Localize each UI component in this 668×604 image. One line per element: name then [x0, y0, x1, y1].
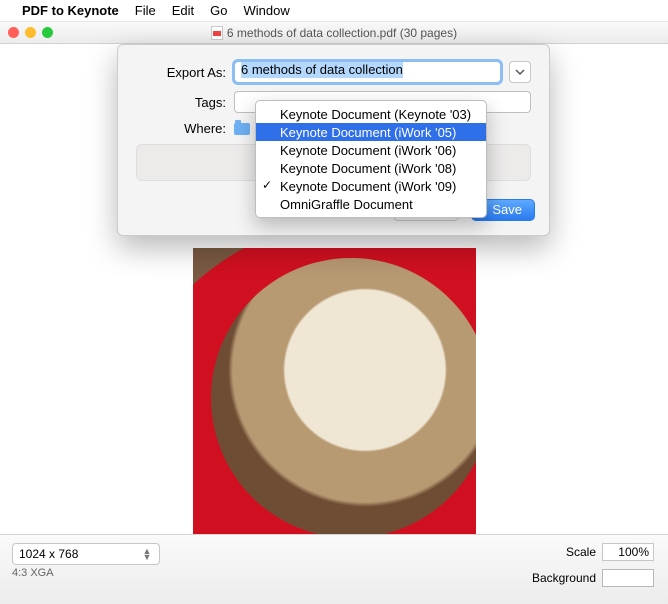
resolution-select[interactable]: 1024 x 768 ▲▼	[12, 543, 160, 565]
chevron-down-icon	[515, 67, 525, 77]
file-format-dropdown[interactable]: Keynote Document (Keynote '03) Keynote D…	[255, 100, 487, 218]
disclosure-toggle[interactable]	[509, 61, 531, 83]
menu-go[interactable]: Go	[210, 3, 227, 18]
pdf-icon	[211, 26, 223, 40]
window-titlebar: 6 methods of data collection.pdf (30 pag…	[0, 22, 668, 44]
checkmark-icon: ✓	[262, 178, 272, 192]
background-color-swatch[interactable]	[602, 569, 654, 587]
stepper-icon: ▲▼	[141, 548, 153, 560]
format-option[interactable]: Keynote Document (iWork '05)	[256, 123, 486, 141]
option-label: Keynote Document (iWork '06)	[280, 143, 456, 158]
window-title: 6 methods of data collection.pdf (30 pag…	[0, 26, 668, 40]
zoom-button[interactable]	[42, 27, 53, 38]
export-as-label: Export As:	[136, 65, 226, 80]
where-label: Where:	[136, 121, 226, 136]
resolution-value: 1024 x 768	[19, 547, 78, 561]
format-option[interactable]: Keynote Document (Keynote '03)	[256, 105, 486, 123]
tags-label: Tags:	[136, 95, 226, 110]
minimize-button[interactable]	[25, 27, 36, 38]
format-option[interactable]: Keynote Document (iWork '06)	[256, 141, 486, 159]
bottom-toolbar: 1024 x 768 ▲▼ 4:3 XGA Scale Background	[0, 534, 668, 604]
menu-file[interactable]: File	[135, 3, 156, 18]
option-label: Keynote Document (iWork '08)	[280, 161, 456, 176]
export-filename-input[interactable]: 6 methods of data collection	[234, 61, 501, 83]
menu-window[interactable]: Window	[244, 3, 290, 18]
scale-label: Scale	[566, 545, 596, 559]
format-option[interactable]: Keynote Document (iWork '08)	[256, 159, 486, 177]
close-button[interactable]	[8, 27, 19, 38]
folder-icon	[234, 123, 250, 135]
background-label: Background	[532, 571, 596, 585]
option-label: Keynote Document (iWork '09)	[280, 179, 456, 194]
option-label: OmniGraffle Document	[280, 197, 413, 212]
format-option[interactable]: ✓ Keynote Document (iWork '09)	[256, 177, 486, 195]
mac-menubar: PDF to Keynote File Edit Go Window	[0, 0, 668, 22]
format-option[interactable]: OmniGraffle Document	[256, 195, 486, 213]
app-name[interactable]: PDF to Keynote	[22, 3, 119, 18]
window-controls	[8, 27, 53, 38]
scale-input[interactable]	[602, 543, 654, 561]
option-label: Keynote Document (iWork '05)	[280, 125, 456, 140]
slide-preview-image	[193, 248, 476, 548]
option-label: Keynote Document (Keynote '03)	[280, 107, 471, 122]
menu-edit[interactable]: Edit	[172, 3, 194, 18]
